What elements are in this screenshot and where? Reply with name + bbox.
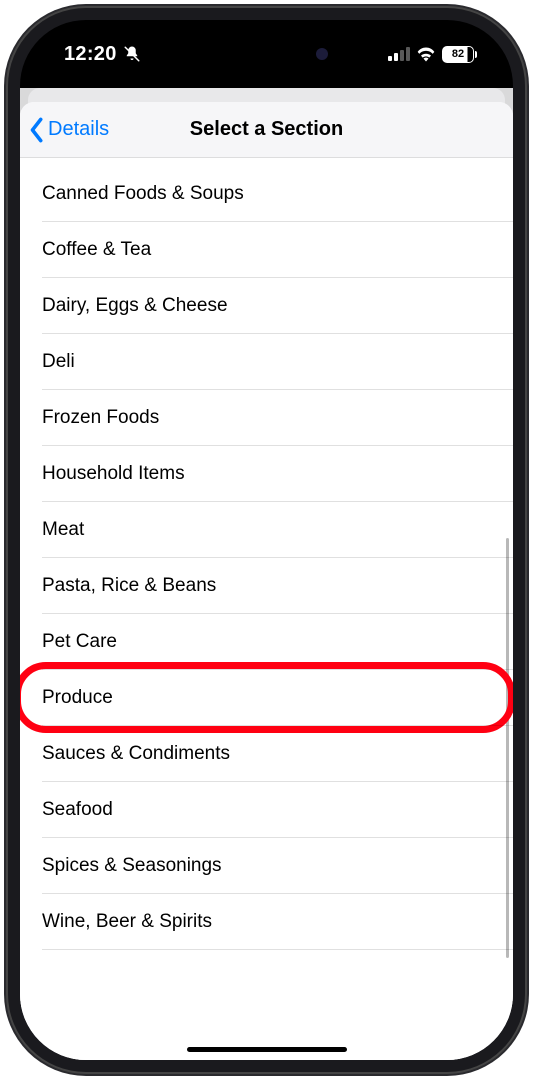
section-label: Spices & Seasonings xyxy=(42,855,222,876)
camera-dot xyxy=(316,48,328,60)
section-label: Frozen Foods xyxy=(42,407,159,428)
modal-card: Details Select a Section Canned Foods & … xyxy=(20,102,513,1060)
battery-level: 82 xyxy=(442,46,474,63)
section-row[interactable]: Meat xyxy=(20,502,513,558)
section-row[interactable]: Produce xyxy=(20,670,513,726)
section-label: Produce xyxy=(42,687,113,708)
section-label: Coffee & Tea xyxy=(42,239,151,260)
section-label: Sauces & Condiments xyxy=(42,743,230,764)
cellular-signal-icon xyxy=(388,47,410,61)
section-row[interactable]: Spices & Seasonings xyxy=(20,838,513,894)
section-row[interactable]: Coffee & Tea xyxy=(20,222,513,278)
home-indicator[interactable] xyxy=(187,1047,347,1052)
chevron-left-icon xyxy=(28,117,44,143)
section-label: Pet Care xyxy=(42,631,117,652)
wifi-icon xyxy=(416,46,436,62)
section-label: Seafood xyxy=(42,799,113,820)
section-label: Household Items xyxy=(42,463,185,484)
section-row[interactable]: Frozen Foods xyxy=(20,390,513,446)
section-row[interactable]: Household Items xyxy=(20,446,513,502)
screen: 12:20 82 xyxy=(20,20,513,1060)
section-row[interactable]: Pasta, Rice & Beans xyxy=(20,558,513,614)
section-label: Deli xyxy=(42,351,75,372)
section-label: Dairy, Eggs & Cheese xyxy=(42,295,228,316)
iphone-frame: 12:20 82 xyxy=(8,8,525,1072)
status-left: 12:20 xyxy=(64,43,141,66)
status-right: 82 xyxy=(388,46,477,63)
section-label: Pasta, Rice & Beans xyxy=(42,575,216,596)
navigation-bar: Details Select a Section xyxy=(20,102,513,158)
section-row[interactable]: Wine, Beer & Spirits xyxy=(20,894,513,950)
section-row[interactable]: Canned Foods & Soups xyxy=(20,166,513,222)
section-row[interactable]: Pet Care xyxy=(20,614,513,670)
section-row[interactable]: Dairy, Eggs & Cheese xyxy=(20,278,513,334)
section-row[interactable]: Deli xyxy=(20,334,513,390)
section-row[interactable]: Seafood xyxy=(20,782,513,838)
section-list[interactable]: Canned Foods & Soups Coffee & Tea Dairy, E… xyxy=(20,158,513,1060)
status-time: 12:20 xyxy=(64,43,117,66)
dynamic-island xyxy=(196,34,338,74)
back-button[interactable]: Details xyxy=(28,117,109,143)
section-row[interactable]: Sauces & Condiments xyxy=(20,726,513,782)
section-label: Wine, Beer & Spirits xyxy=(42,911,212,932)
section-label: Canned Foods & Soups xyxy=(42,183,244,204)
scroll-indicator xyxy=(506,538,509,958)
section-label: Meat xyxy=(42,519,84,540)
back-label: Details xyxy=(48,118,109,141)
silent-mode-icon xyxy=(123,45,141,63)
app-surface: Details Select a Section Canned Foods & … xyxy=(20,88,513,1060)
battery-indicator: 82 xyxy=(442,46,477,63)
